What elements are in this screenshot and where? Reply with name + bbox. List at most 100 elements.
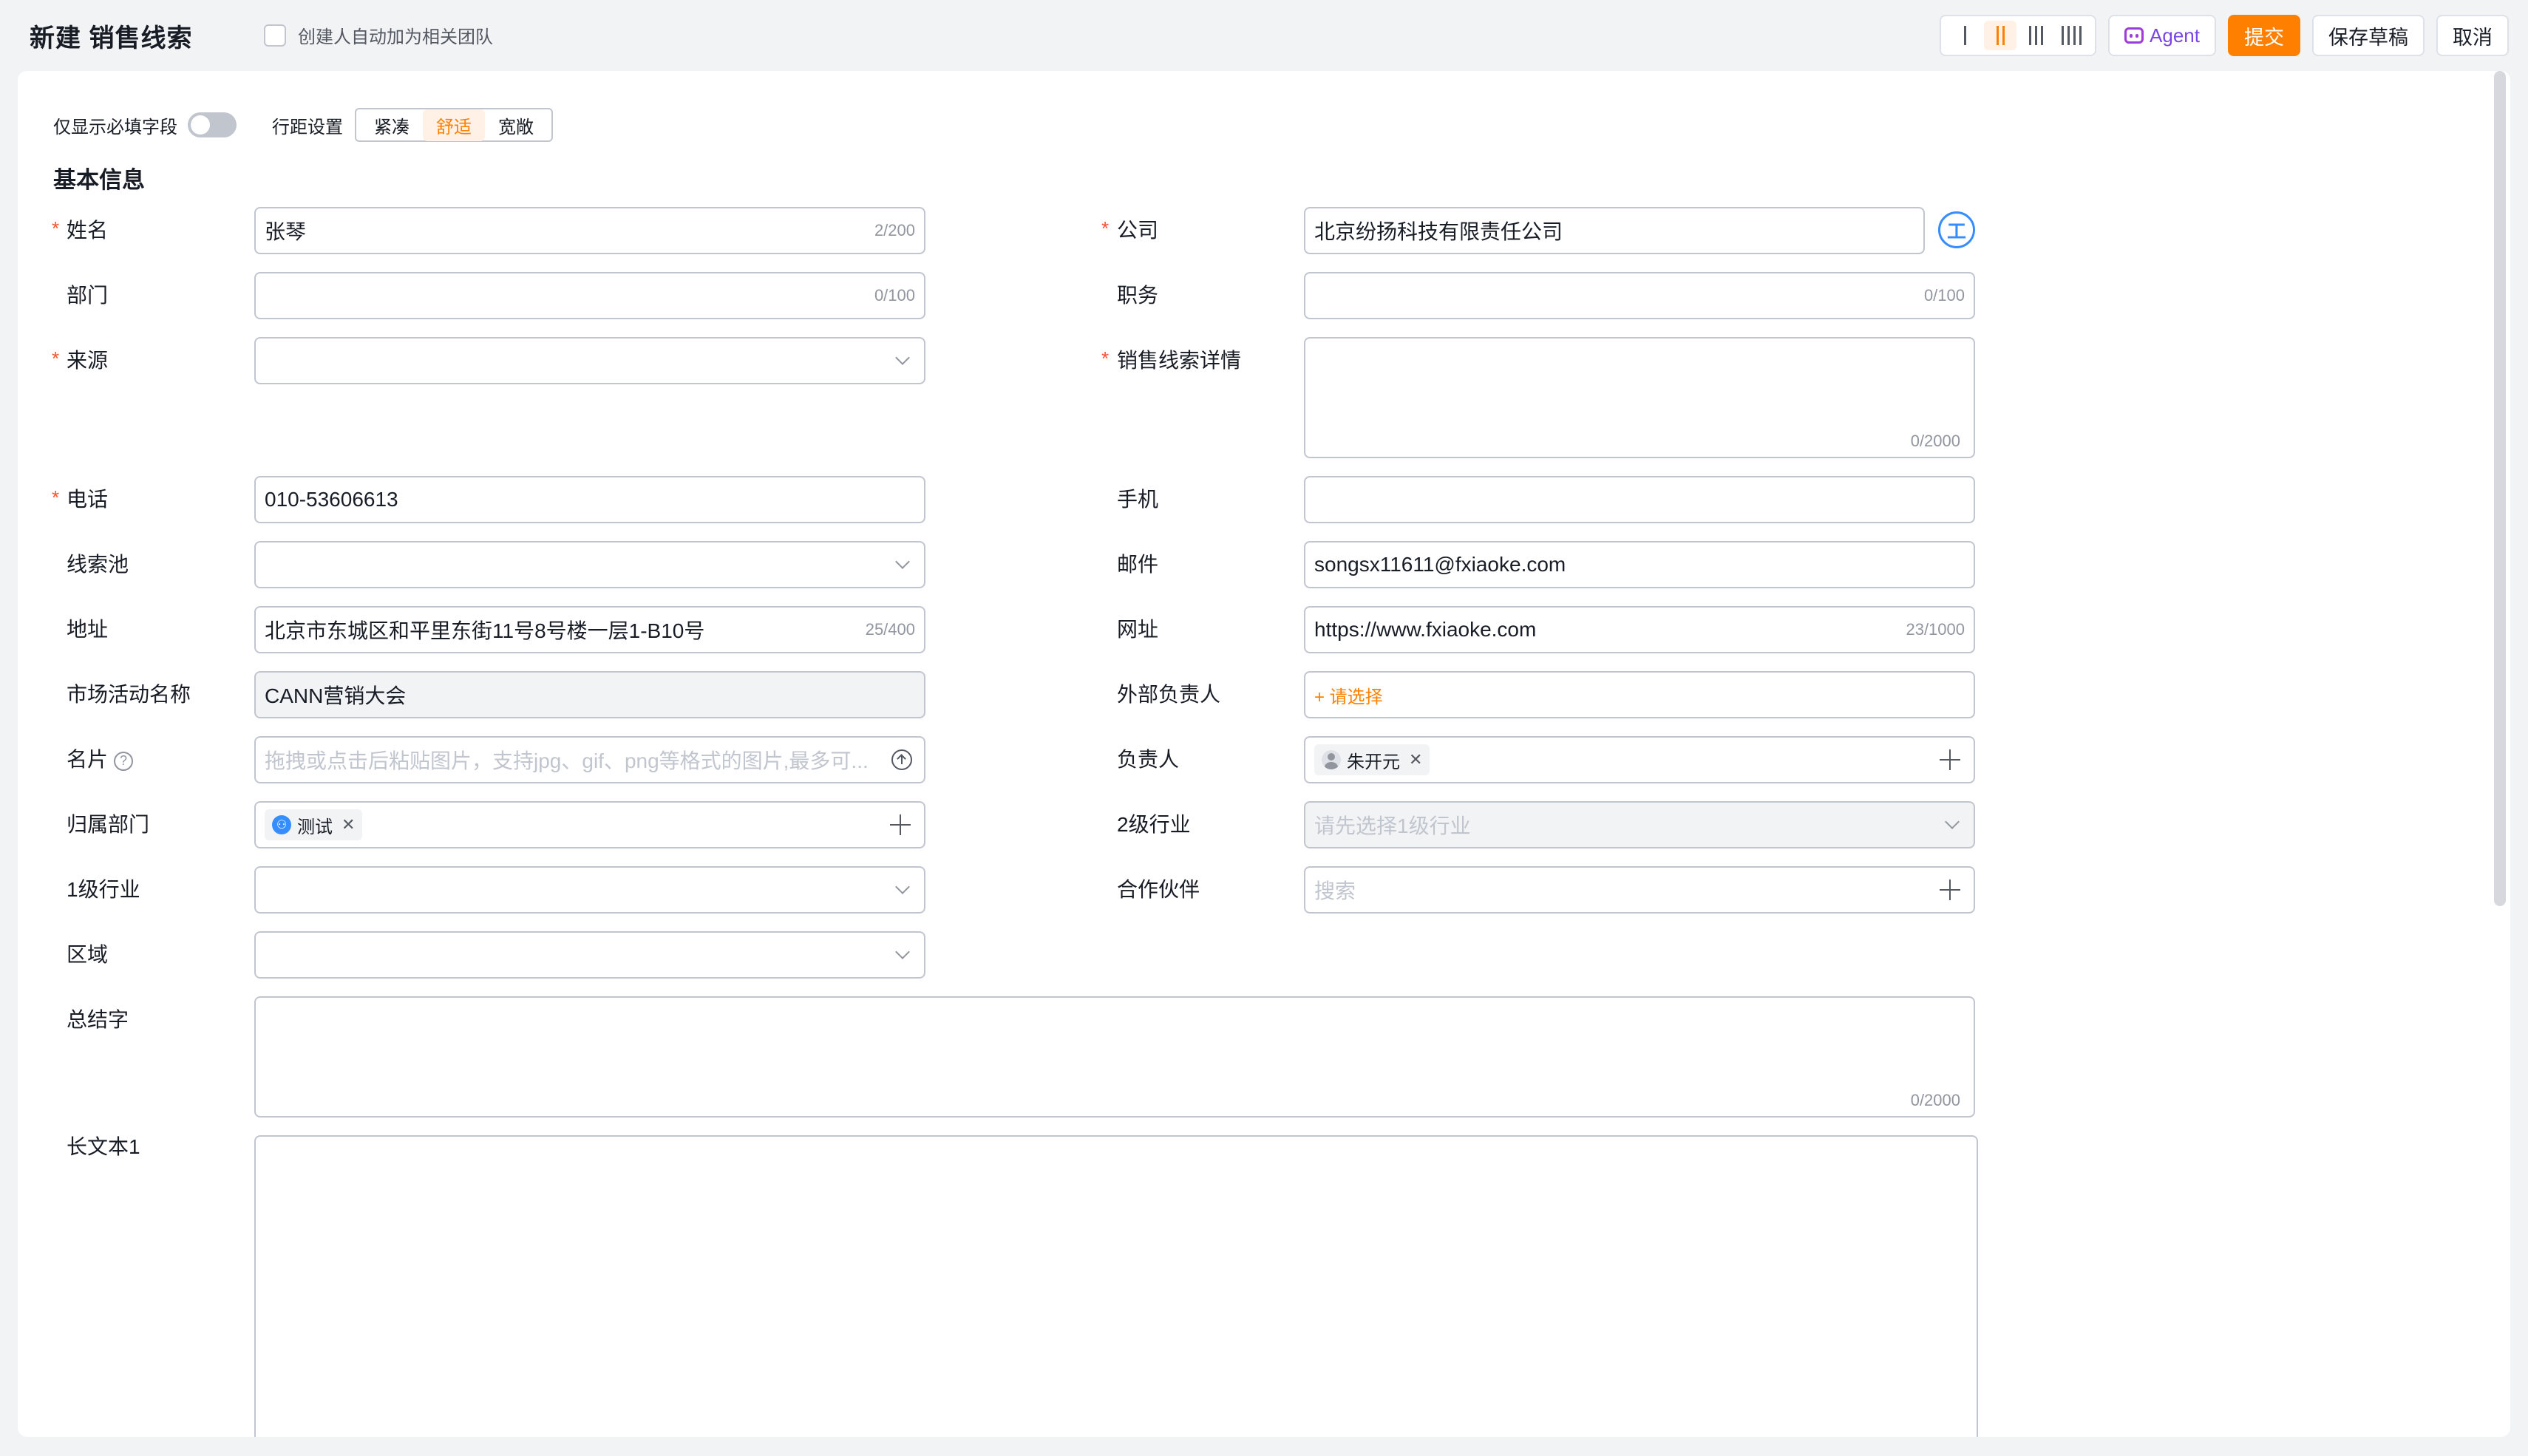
vertical-scrollbar[interactable] (2490, 71, 2506, 1437)
scrollbar-thumb[interactable] (2494, 71, 2506, 906)
industry-level1-select[interactable] (254, 866, 925, 914)
business-card-upload[interactable]: 拖拽或点击后粘贴图片，支持jpg、gif、png等格式的图片,最多可... (254, 736, 925, 783)
campaign-label: 市场活动名称 (67, 683, 191, 706)
department-input[interactable]: 0/100 (254, 272, 925, 319)
add-owner-plus-icon[interactable] (1940, 749, 1960, 770)
mobile-input[interactable] (1304, 476, 1975, 523)
website-input[interactable]: https://www.fxiaoke.com 23/1000 (1304, 606, 1975, 653)
required-only-label: 仅显示必填字段 (53, 117, 177, 137)
email-value: songsx11611@fxiaoke.com (1314, 553, 1566, 576)
partner-search-input[interactable]: 搜索 (1304, 866, 1975, 914)
required-marker: * (52, 347, 60, 370)
source-select[interactable] (254, 337, 925, 384)
partner-label: 合作伙伴 (1117, 878, 1200, 901)
email-input[interactable]: songsx11611@fxiaoke.com (1304, 541, 1975, 588)
auto-add-team-option[interactable]: 创建人自动加为相关团队 (264, 22, 493, 48)
chevron-down-icon (895, 945, 910, 959)
industry-level2-select: 请先选择1级行业 (1304, 801, 1975, 848)
help-icon[interactable]: ? (114, 751, 134, 771)
phone-input[interactable]: 010-53606613 (254, 476, 925, 523)
two-column-layout-icon[interactable] (1984, 21, 2017, 50)
phone-value: 010-53606613 (265, 488, 398, 511)
auto-add-team-checkbox[interactable] (264, 24, 286, 47)
spacing-compact-option[interactable]: 紧凑 (361, 109, 423, 141)
partner-placeholder: 搜索 (1314, 880, 1356, 902)
address-input[interactable]: 北京市东城区和平里东街11号8号楼一层1-B10号 25/400 (254, 606, 925, 653)
owner-department-label: 归属部门 (67, 813, 150, 836)
business-card-placeholder: 拖拽或点击后粘贴图片，支持jpg、gif、png等格式的图片,最多可... (265, 749, 869, 772)
external-owner-label: 外部负责人 (1117, 683, 1221, 706)
remove-tag-icon[interactable]: ✕ (342, 815, 355, 834)
section-title-basic-info: 基本信息 (53, 167, 145, 193)
long-text1-textarea[interactable] (254, 1135, 1978, 1437)
website-value: https://www.fxiaoke.com (1314, 618, 1537, 641)
submit-button[interactable]: 提交 (2228, 15, 2300, 56)
name-value: 张琴 (265, 220, 307, 243)
lead-pool-select[interactable] (254, 541, 925, 588)
three-column-layout-icon[interactable] (2019, 21, 2052, 50)
business-lookup-icon[interactable]: 工 (1938, 211, 1975, 248)
required-marker: * (52, 217, 60, 239)
page-title: 新建 销售线索 (30, 24, 193, 52)
industry-level1-label: 1级行业 (67, 878, 140, 901)
department-label: 部门 (67, 284, 109, 307)
name-counter: 2/200 (874, 221, 915, 239)
add-partner-plus-icon[interactable] (1940, 880, 1960, 900)
avatar-icon (1322, 750, 1341, 769)
owner-department-input[interactable]: ⚇ 测试 ✕ (254, 801, 925, 848)
department-tag: ⚇ 测试 ✕ (265, 809, 363, 840)
address-counter: 25/400 (865, 620, 915, 639)
industry-level2-placeholder: 请先选择1级行业 (1314, 814, 1471, 837)
external-owner-input[interactable]: + 请选择 (1304, 671, 1975, 718)
lead-detail-label: 销售线索详情 (1117, 349, 1242, 372)
owner-tag-label: 朱开元 (1347, 752, 1400, 772)
region-select[interactable] (254, 931, 925, 979)
position-input[interactable]: 0/100 (1304, 272, 1975, 319)
four-column-layout-icon[interactable] (2055, 21, 2087, 50)
summary-textarea[interactable]: 0/2000 (254, 996, 1975, 1117)
company-input[interactable]: 北京纷扬科技有限责任公司 (1304, 207, 1925, 254)
header-toolbar: Agent 提交 保存草稿 取消 (1940, 15, 2509, 56)
agent-button[interactable]: Agent (2108, 15, 2216, 56)
department-tag-label: 测试 (297, 817, 333, 837)
lead-detail-counter: 0/2000 (1910, 432, 1960, 450)
add-department-plus-icon[interactable] (890, 814, 911, 835)
save-draft-button[interactable]: 保存草稿 (2312, 15, 2425, 56)
external-owner-select-link[interactable]: + 请选择 (1314, 682, 1383, 708)
cancel-button[interactable]: 取消 (2436, 15, 2509, 56)
required-only-toggle[interactable] (188, 112, 237, 137)
lead-pool-label: 线索池 (67, 553, 129, 576)
summary-counter: 0/2000 (1910, 1091, 1960, 1109)
spacing-segmented-control: 紧凑 舒适 宽敞 (355, 108, 553, 142)
department-icon: ⚇ (272, 815, 291, 834)
owner-input[interactable]: 朱开元 ✕ (1304, 736, 1975, 783)
website-label: 网址 (1117, 618, 1159, 641)
form-options-row: 仅显示必填字段 行距设置 紧凑 舒适 宽敞 (53, 108, 553, 142)
robot-icon (2124, 27, 2144, 44)
name-input[interactable]: 张琴 2/200 (254, 207, 925, 254)
owner-label: 负责人 (1117, 748, 1180, 771)
department-counter: 0/100 (874, 286, 915, 305)
industry-level2-label: 2级行业 (1117, 813, 1191, 836)
long-text1-label: 长文本1 (67, 1135, 140, 1158)
remove-tag-icon[interactable]: ✕ (1409, 750, 1422, 769)
business-card-label: 名片 (67, 748, 109, 771)
email-label: 邮件 (1117, 553, 1159, 576)
campaign-input: CANN营销大会 (254, 671, 925, 718)
chevron-down-icon (1945, 814, 1960, 829)
agent-button-label: Agent (2150, 24, 2200, 47)
column-layout-switch (1940, 15, 2097, 56)
lead-detail-textarea[interactable]: 0/2000 (1304, 337, 1975, 458)
address-value: 北京市东城区和平里东街11号8号楼一层1-B10号 (265, 619, 705, 642)
website-counter: 23/1000 (1906, 620, 1965, 639)
one-column-layout-icon[interactable] (1948, 21, 1981, 50)
company-label: 公司 (1117, 219, 1159, 242)
region-label: 区域 (67, 943, 109, 966)
spacing-comfortable-option[interactable]: 舒适 (423, 109, 485, 141)
form-panel: 仅显示必填字段 行距设置 紧凑 舒适 宽敞 基本信息 * 姓名 张琴 2/200… (18, 71, 2510, 1437)
page-header: 新建 销售线索 创建人自动加为相关团队 Agent 提交 保存草稿 取消 (0, 0, 2528, 71)
upload-icon[interactable] (891, 749, 912, 770)
spacing-wide-option[interactable]: 宽敞 (485, 109, 547, 141)
required-marker: * (1101, 347, 1110, 370)
position-label: 职务 (1117, 284, 1159, 307)
